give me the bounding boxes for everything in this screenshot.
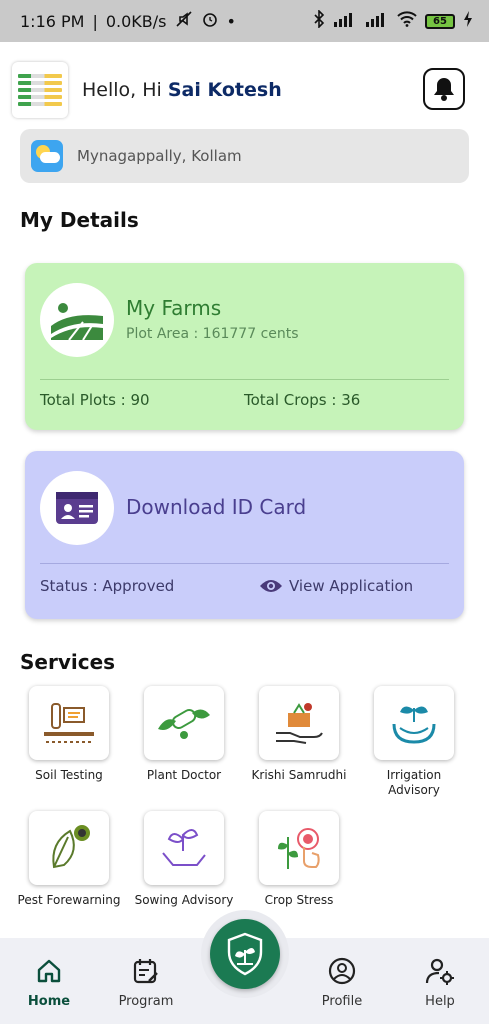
shield-fab-button[interactable] [210,919,280,989]
my-farms-card[interactable]: My Farms Plot Area : 161777 cents Total … [25,263,464,430]
total-plots: Total Plots : 90 [40,391,150,409]
service-crop-stress[interactable]: Crop Stress [245,811,353,908]
signal-icon-2 [365,11,389,31]
service-irrigation-advisory[interactable]: Irrigation Advisory [360,686,468,798]
shield-plant-icon [227,932,263,976]
total-crops: Total Crops : 36 [244,391,361,409]
nav-profile[interactable]: Profile [302,956,382,1009]
app-logo [12,62,68,118]
id-card-icon [40,471,114,545]
eye-icon [260,580,282,592]
location-bar[interactable]: Mynagappally, Kollam [20,129,469,183]
mute-icon [175,10,193,32]
service-pest-forewarning[interactable]: Pest Forewarning [15,811,123,908]
service-plant-doctor[interactable]: Plant Doctor [130,686,238,783]
status-time: 1:16 PM [20,11,85,31]
dot-icon: • [226,11,236,31]
nav-home[interactable]: Home [9,956,89,1009]
services-title: Services [20,650,116,674]
crop-stress-icon [259,811,339,885]
home-icon [9,956,89,986]
service-krishi-samrudhi[interactable]: Krishi Samrudhi [245,686,353,783]
card-divider [40,563,449,564]
my-details-title: My Details [20,208,139,232]
signal-icon [333,11,357,31]
user-name: Sai Kotesh [167,79,282,101]
charging-icon [463,11,473,31]
profile-icon [302,956,382,986]
card-divider [40,379,449,380]
irrigation-icon [374,686,454,760]
nav-program[interactable]: Program [106,956,186,1009]
program-icon [106,956,186,986]
krishi-samrudhi-icon [259,686,339,760]
sowing-icon [144,811,224,885]
plant-doctor-icon [144,686,224,760]
status-speed: 0.0KB/s [105,11,167,31]
id-card-card[interactable]: Download ID Card Status : Approved View … [25,451,464,619]
help-icon [400,956,480,986]
pest-icon [29,811,109,885]
id-status: Status : Approved [40,577,175,595]
view-application-link[interactable]: View Application [259,577,413,595]
soil-testing-icon [29,686,109,760]
greeting: Hello, Hi Sai Kotesh [82,79,282,101]
service-soil-testing[interactable]: Soil Testing [15,686,123,783]
nav-help[interactable]: Help [400,956,480,1009]
battery-icon: 65 [425,13,455,29]
farm-icon [40,283,114,357]
app-header: Hello, Hi Sai Kotesh [12,62,477,118]
farms-title: My Farms [126,296,222,320]
wifi-icon [397,11,417,31]
plot-area: Plot Area : 161777 cents [126,326,299,342]
bluetooth-icon [313,9,325,32]
bell-icon [434,78,454,101]
notification-button[interactable] [423,68,465,110]
view-application-label: View Application [289,577,414,595]
id-card-title: Download ID Card [126,495,307,519]
alarm-icon [201,10,219,32]
status-bar: 1:16 PM | 0.0KB/s • 65 [0,0,489,42]
location-text: Mynagappally, Kollam [77,147,242,165]
service-sowing-advisory[interactable]: Sowing Advisory [130,811,238,908]
weather-icon [31,140,63,172]
